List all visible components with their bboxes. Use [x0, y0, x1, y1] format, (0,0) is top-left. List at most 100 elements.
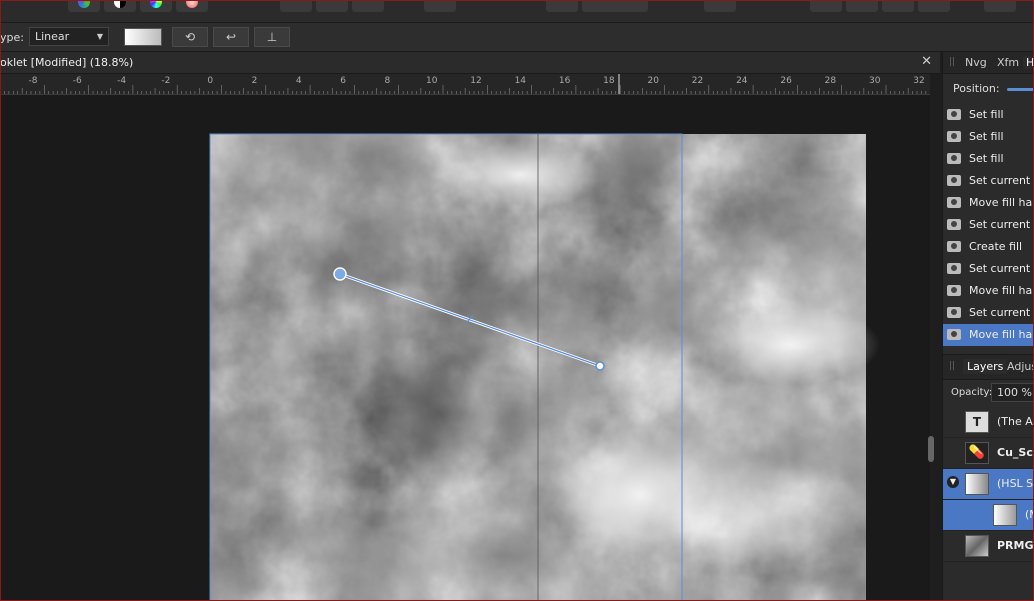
context-toolbar: ype: Linear ▼ ⟲ ↩ ⊥ [0, 23, 1034, 52]
ruler-label: 26 [780, 76, 792, 86]
history-item-label: Move fill han [969, 284, 1034, 297]
grip-icon[interactable]: || [949, 57, 955, 67]
fill-mode-icon: ⊥ [266, 30, 278, 44]
layer-name: (The Ar [997, 415, 1034, 428]
pill-layer-icon: 💊 [965, 442, 989, 464]
camera-icon [947, 219, 961, 230]
history-item-label: Set current s [969, 306, 1034, 319]
history-item-label: Set fill [969, 152, 1004, 165]
tab-navigator[interactable]: Nvg [965, 56, 987, 69]
tab-history[interactable]: H [1023, 56, 1034, 69]
canvas-area[interactable] [0, 95, 930, 601]
layer-row-selected[interactable]: (M [943, 500, 1034, 531]
history-list: Set fill Set fill Set fill Set current s Mov… [943, 104, 1034, 346]
layer-name: (M [1025, 508, 1034, 521]
history-item[interactable]: Set current s [943, 214, 1034, 236]
marble-image [210, 134, 880, 601]
history-item[interactable]: Move fill han [943, 280, 1034, 302]
camera-icon [947, 197, 961, 208]
right-panel: || Nvg Xfm H Position: Set fill Set fill S… [942, 52, 1034, 601]
close-icon[interactable]: ✕ [921, 54, 932, 69]
panel-toggle-button[interactable] [984, 0, 1016, 12]
grip-icon[interactable]: || [949, 361, 955, 371]
opacity-label: Opacity: [951, 387, 993, 398]
history-item[interactable]: Move fill han [943, 192, 1034, 214]
history-item[interactable]: Set fill [943, 148, 1034, 170]
history-item[interactable]: Set fill [943, 104, 1034, 126]
arrange-button-1[interactable] [810, 0, 842, 12]
ruler-label: 32 [913, 76, 924, 86]
hsl-adjustment-icon [965, 473, 989, 495]
arrange-button-3[interactable] [882, 0, 914, 12]
image-layer-icon [965, 535, 989, 557]
record-button[interactable] [704, 0, 736, 12]
gradient-swatch[interactable] [124, 28, 162, 46]
camera-icon [947, 175, 961, 186]
ruler-label: 2 [252, 76, 258, 86]
ruler-label: 24 [736, 76, 748, 86]
layer-row[interactable]: T (The Ar [943, 407, 1034, 438]
brush-button[interactable] [582, 0, 648, 12]
ruler-label: 0 [207, 76, 213, 86]
camera-icon [947, 263, 961, 274]
history-item[interactable]: Set current s [943, 170, 1034, 192]
ruler-label: 8 [385, 76, 391, 86]
expand-icon[interactable]: ▼ [947, 476, 959, 488]
tab-transform[interactable]: Xfm [997, 56, 1019, 69]
mail-button[interactable] [424, 0, 456, 12]
camera-icon [947, 109, 961, 120]
canvas-drawing [209, 133, 880, 601]
mask-layer-icon [993, 504, 1017, 526]
layer-row[interactable]: 💊 Cu_Scc [943, 438, 1034, 469]
history-item[interactable]: Move fill han [943, 324, 1034, 346]
history-item-label: Set fill [969, 130, 1004, 143]
position-slider[interactable] [1007, 88, 1034, 91]
camera-icon [947, 153, 961, 164]
marquee-subtract-button[interactable] [316, 0, 348, 12]
camera-icon [947, 131, 961, 142]
tone-button[interactable] [176, 0, 208, 12]
fill-start-handle[interactable] [333, 267, 347, 281]
vertical-scrollbar[interactable] [928, 436, 934, 462]
history-item-label: Move fill han [969, 196, 1034, 209]
layer-row-selected[interactable]: ▼ (HSL Sh [943, 469, 1034, 500]
document-tab[interactable]: oklet [Modified] (18.8%) ✕ [0, 52, 940, 74]
history-item-label: Set fill [969, 108, 1004, 121]
fill-mode-button[interactable]: ⊥ [254, 27, 290, 47]
ruler-label: -2 [161, 76, 170, 86]
ruler-label: 28 [825, 76, 837, 86]
history-item[interactable]: Set fill [943, 126, 1034, 148]
rotate-fill-button[interactable]: ↩ [213, 27, 249, 47]
marquee-intersect-button[interactable] [352, 0, 384, 12]
history-item[interactable]: Create fill [943, 236, 1034, 258]
ruler-label: 18 [603, 76, 615, 86]
fill-type-select[interactable]: Linear ▼ [29, 27, 109, 46]
ruler-label: -6 [73, 76, 82, 86]
camera-icon [947, 307, 961, 318]
contrast-button[interactable] [104, 0, 136, 12]
document-title: oklet [Modified] (18.8%) [0, 56, 134, 69]
grid-button[interactable] [546, 0, 578, 12]
layer-row[interactable]: PRMG_ [943, 531, 1034, 562]
history-item-label: Set current s [969, 218, 1034, 231]
arrange-button-4[interactable] [918, 0, 950, 12]
history-item[interactable]: Set current s [943, 302, 1034, 324]
tab-adjustments[interactable]: Adjus [1007, 360, 1034, 373]
horizontal-ruler[interactable]: -8 -6 -4 -2 0 2 4 6 8 10 12 14 16 18 20 22 24 26 28 30 32 [0, 74, 930, 95]
fill-end-handle[interactable] [595, 361, 605, 371]
reverse-icon: ⟲ [184, 30, 196, 44]
hsl-button[interactable] [140, 0, 172, 12]
ruler-label: 12 [470, 76, 481, 86]
color-wheel-button[interactable] [68, 0, 100, 12]
ruler-label: 4 [296, 76, 302, 86]
arrange-button-2[interactable] [846, 0, 878, 12]
history-item[interactable]: Set current s [943, 258, 1034, 280]
opacity-row: Opacity: 100 % [943, 380, 1034, 406]
tab-layers[interactable]: Layers [963, 359, 1008, 374]
studio-tabs: || Nvg Xfm H [943, 52, 1034, 74]
rotate-icon: ↩ [225, 30, 237, 44]
reverse-fill-button[interactable]: ⟲ [172, 27, 208, 47]
marquee-button[interactable] [280, 0, 312, 12]
layer-name: PRMG_ [997, 539, 1034, 552]
opacity-field[interactable]: 100 % [991, 383, 1034, 402]
